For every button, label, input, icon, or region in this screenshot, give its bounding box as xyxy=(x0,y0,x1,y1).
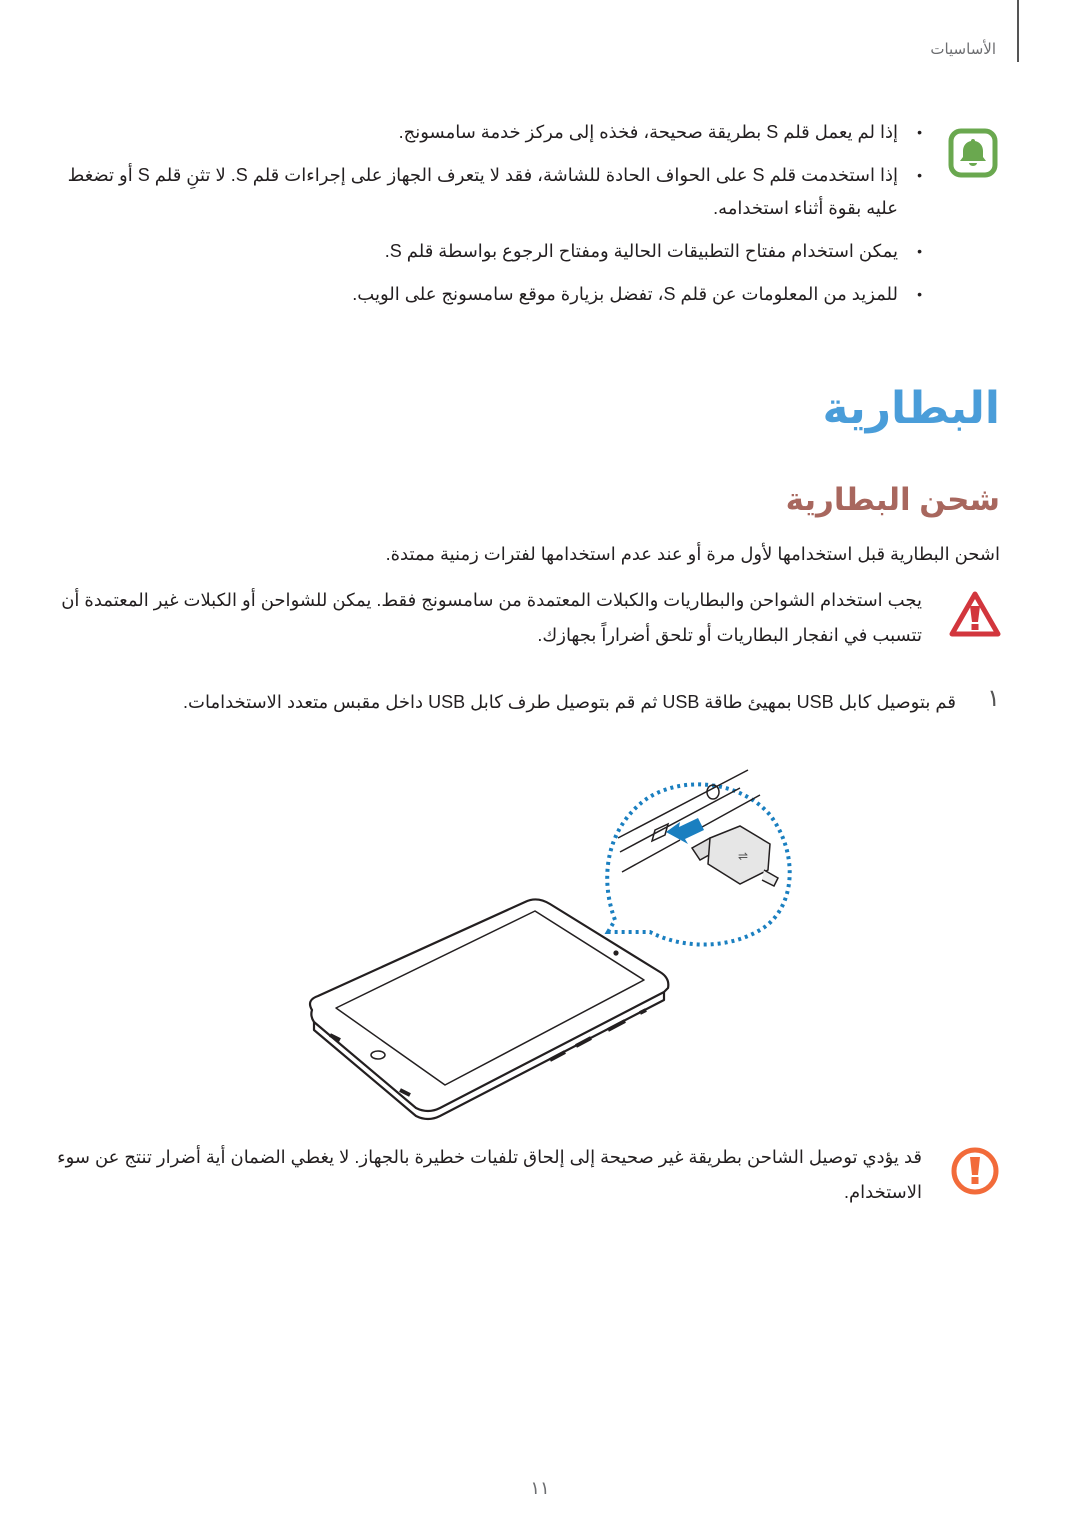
bullet-icon: • xyxy=(917,286,922,302)
bullet-icon: • xyxy=(917,243,922,259)
caution-text: يجب استخدام الشواحن والبطاريات والكبلات … xyxy=(61,590,922,645)
bullet-icon: • xyxy=(917,124,922,140)
step-number: ١ xyxy=(987,685,1000,712)
section-label: الأساسيات xyxy=(930,41,996,58)
list-item: • يمكن استخدام مفتاح التطبيقات الحالية و… xyxy=(42,235,922,268)
bullet-icon: • xyxy=(917,167,922,183)
step-1: ١ قم بتوصيل كابل USB بمهيئ طاقة USB ثم ق… xyxy=(40,685,1000,717)
header-divider xyxy=(1017,0,1019,62)
insert-arrow-icon xyxy=(666,818,704,844)
step-text: قم بتوصيل كابل USB بمهيئ طاقة USB ثم قم … xyxy=(183,692,956,712)
exclamation-circle-icon xyxy=(950,1146,1000,1196)
usb-plug-icon: ⇌ xyxy=(690,825,779,888)
list-item: • إذا استخدمت قلم S على الحواف الحادة لل… xyxy=(42,159,922,225)
tablet-usb-charging-illustration: ⇌ xyxy=(300,760,800,1130)
svg-text:⇌: ⇌ xyxy=(738,849,748,863)
list-item: • إذا لم يعمل قلم S بطريقة صحيحة، فخذه إ… xyxy=(42,116,922,149)
intro-paragraph: اشحن البطارية قبل استخدامها لأول مرة أو … xyxy=(385,544,1000,564)
bell-notice-icon xyxy=(948,128,998,178)
pen-notes-list: • إذا لم يعمل قلم S بطريقة صحيحة، فخذه إ… xyxy=(42,116,922,311)
section-subtitle: شحن البطارية xyxy=(785,482,1000,517)
caution-triangle-icon xyxy=(949,590,1001,638)
warning-text: قد يؤدي توصيل الشاحن بطريقة غير صحيحة إل… xyxy=(57,1147,922,1202)
page-number: ١١ xyxy=(530,1478,550,1498)
page-title: البطارية xyxy=(822,384,1000,433)
list-item: • للمزيد من المعلومات عن قلم S، تفضل بزي… xyxy=(42,278,922,311)
